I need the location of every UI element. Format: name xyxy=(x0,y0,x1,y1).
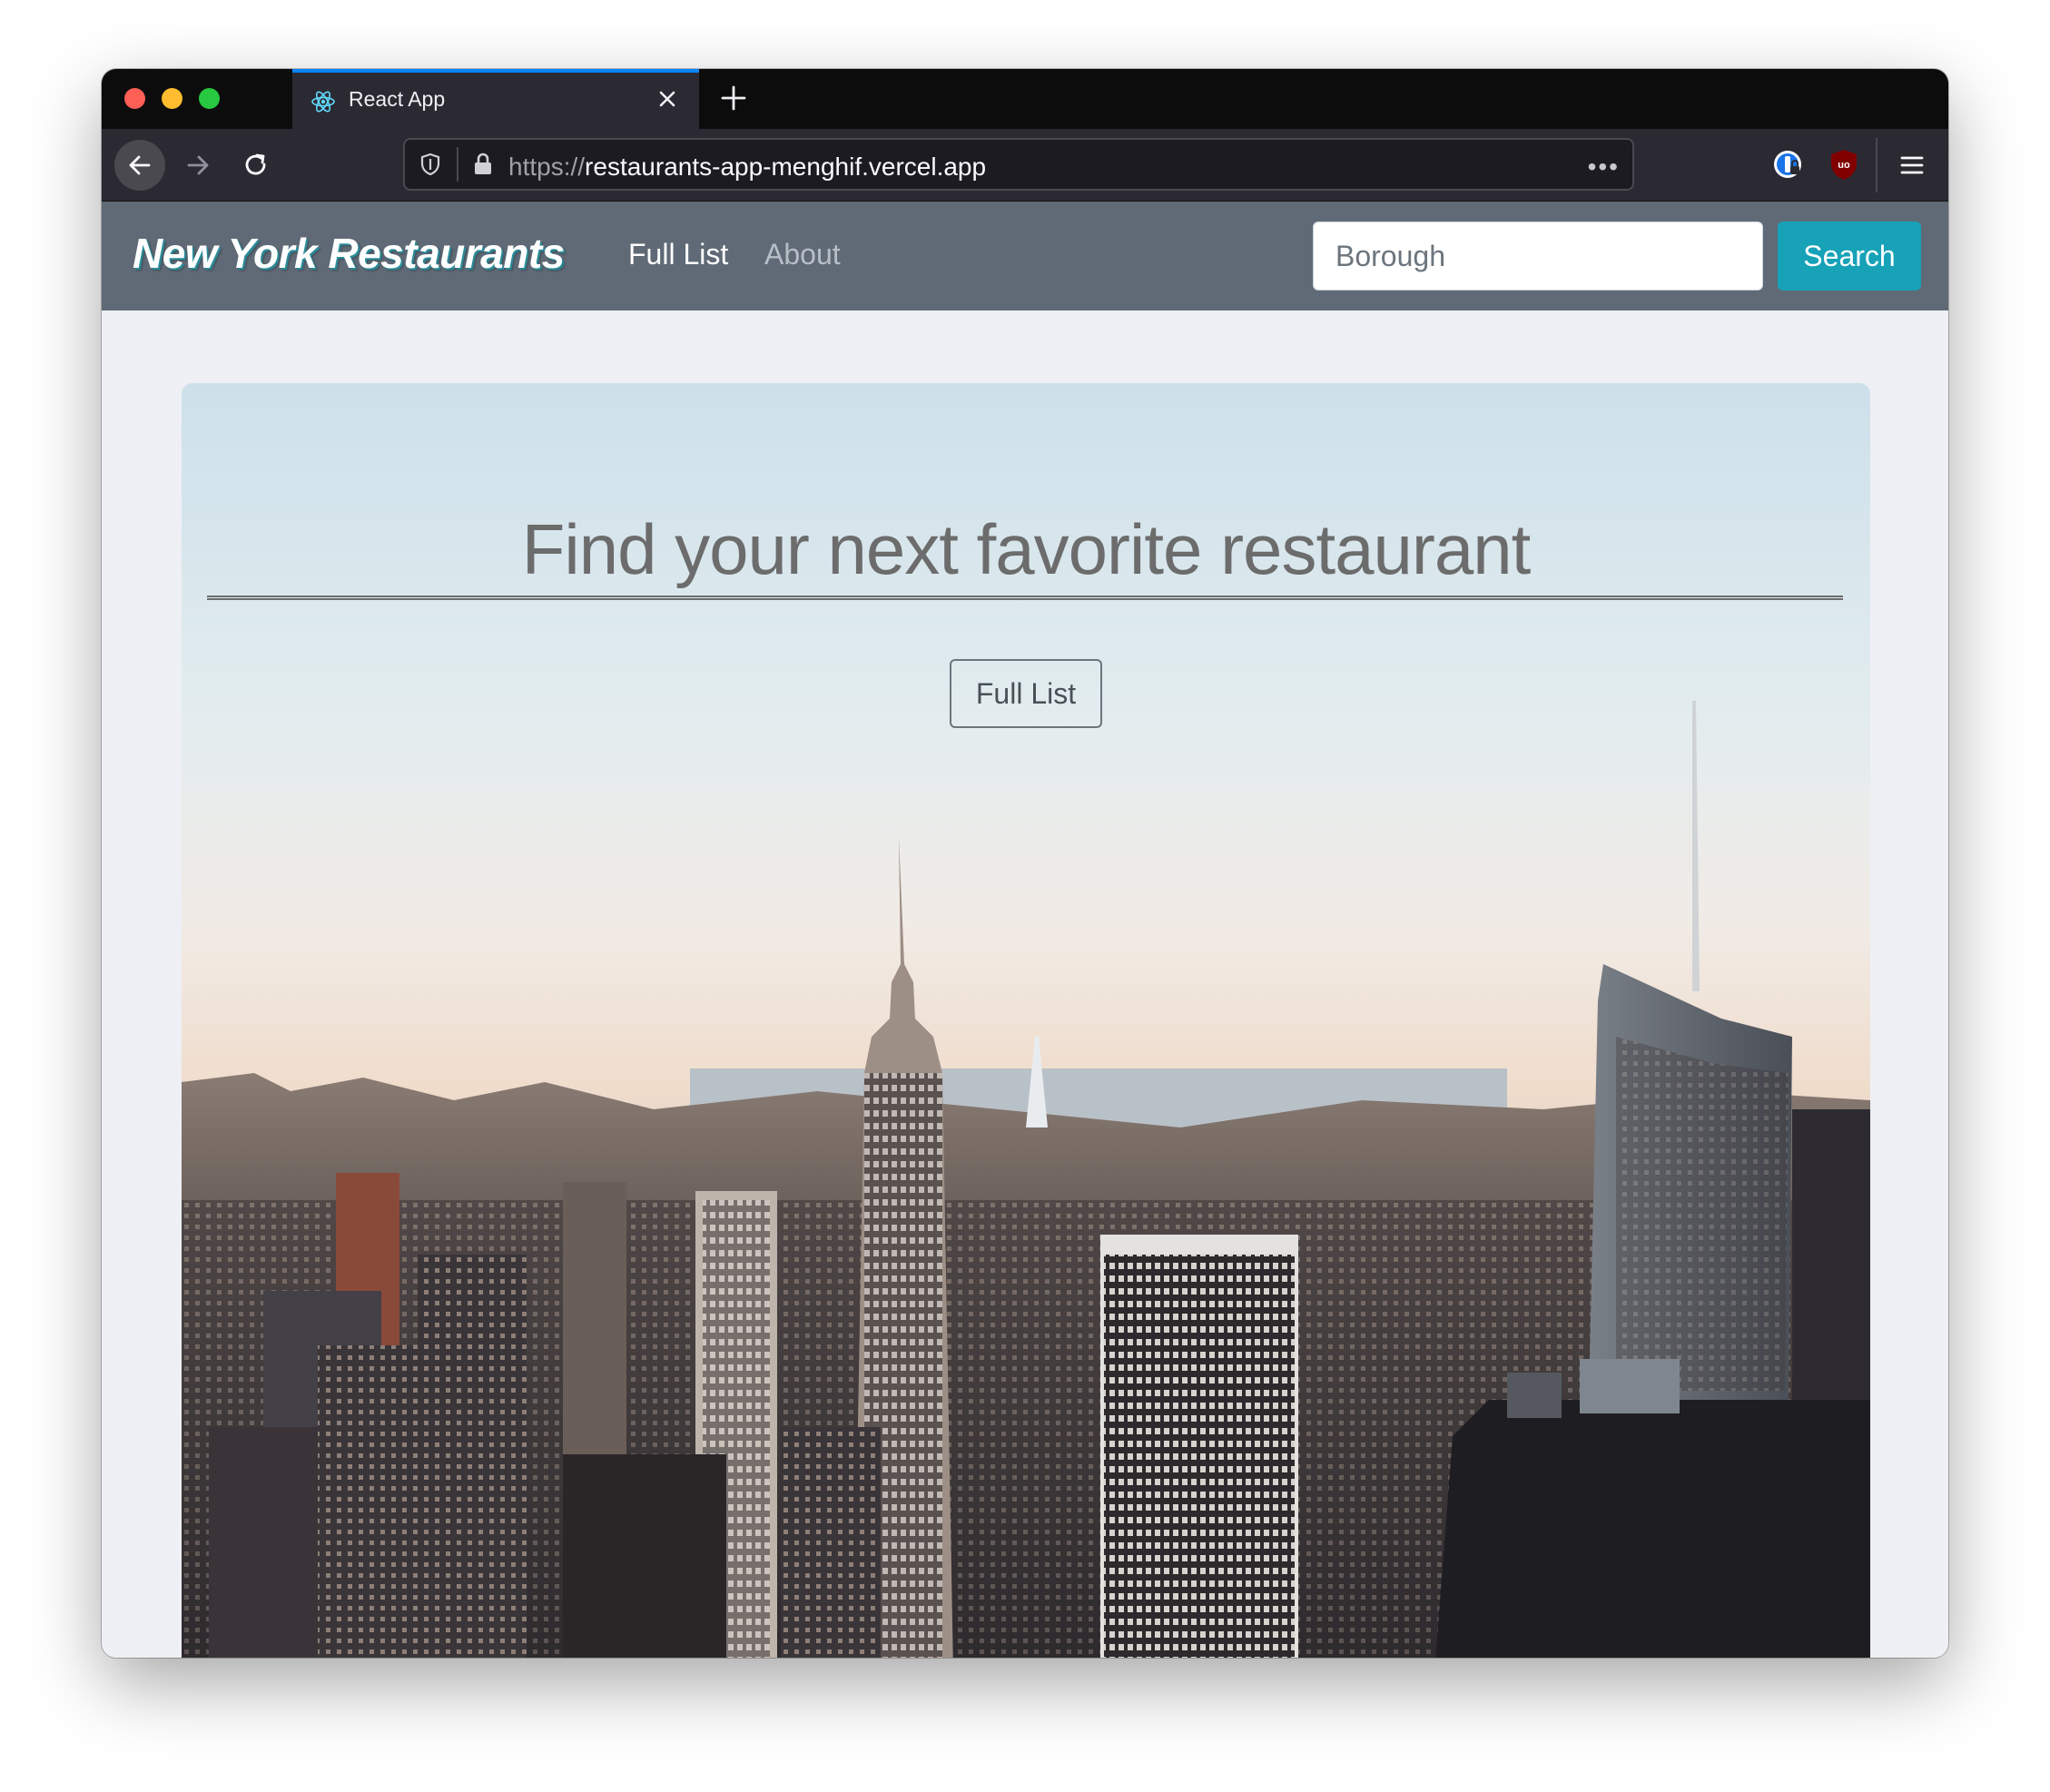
tab-title: React App xyxy=(349,87,446,111)
lock-icon[interactable] xyxy=(470,152,496,177)
ublock-origin-icon[interactable]: uo xyxy=(1827,147,1861,182)
navigation-toolbar: https://restaurants-app-menghif.vercel.a… xyxy=(102,129,1948,202)
tracking-shield-icon[interactable] xyxy=(418,152,443,177)
nav-link-about[interactable]: About xyxy=(764,238,841,271)
hamburger-menu-icon[interactable] xyxy=(1896,149,1928,182)
minimize-window-button[interactable] xyxy=(162,88,182,109)
url-separator xyxy=(457,147,458,182)
svg-text:uo: uo xyxy=(1838,160,1850,171)
page-actions-button[interactable]: ••• xyxy=(1588,153,1620,182)
tab-react-app[interactable]: React App xyxy=(292,69,699,129)
hero-divider xyxy=(207,596,1843,600)
password-manager-extension-icon[interactable] xyxy=(1770,147,1805,182)
url-text[interactable]: https://restaurants-app-menghif.vercel.a… xyxy=(508,153,986,182)
close-window-button[interactable] xyxy=(124,88,145,109)
nav-link-full-list[interactable]: Full List xyxy=(628,238,728,271)
borough-search-input[interactable] xyxy=(1313,222,1763,290)
url-bar[interactable]: https://restaurants-app-menghif.vercel.a… xyxy=(403,138,1634,191)
hero-banner: Find your next favorite restaurant Full … xyxy=(182,383,1870,1658)
search-button[interactable]: Search xyxy=(1778,222,1921,290)
toolbar-divider xyxy=(1876,138,1878,192)
forward-arrow-icon xyxy=(187,155,209,175)
reload-icon xyxy=(245,153,266,175)
close-tab-icon[interactable] xyxy=(652,84,683,114)
page-viewport: New York Restaurants Full List About Sea… xyxy=(102,202,1948,1658)
browser-window: React App https://restaurants-app-menghi… xyxy=(102,69,1948,1658)
new-tab-icon[interactable] xyxy=(715,80,752,116)
site-brand[interactable]: New York Restaurants xyxy=(133,229,565,278)
hero-title: Find your next favorite restaurant xyxy=(521,509,1532,589)
window-controls xyxy=(124,88,220,109)
forward-button[interactable] xyxy=(172,140,223,191)
maximize-window-button[interactable] xyxy=(199,88,220,109)
tab-strip: React App xyxy=(102,69,1948,129)
site-navbar: New York Restaurants Full List About Sea… xyxy=(102,202,1948,310)
hero-full-list-button[interactable]: Full List xyxy=(950,659,1102,728)
url-scheme: https:// xyxy=(508,153,586,181)
back-arrow-icon xyxy=(129,155,151,175)
react-icon xyxy=(311,91,335,113)
back-button[interactable] xyxy=(114,140,165,191)
reload-button[interactable] xyxy=(231,140,281,191)
url-host: restaurants-app-menghif.vercel.app xyxy=(585,153,987,181)
